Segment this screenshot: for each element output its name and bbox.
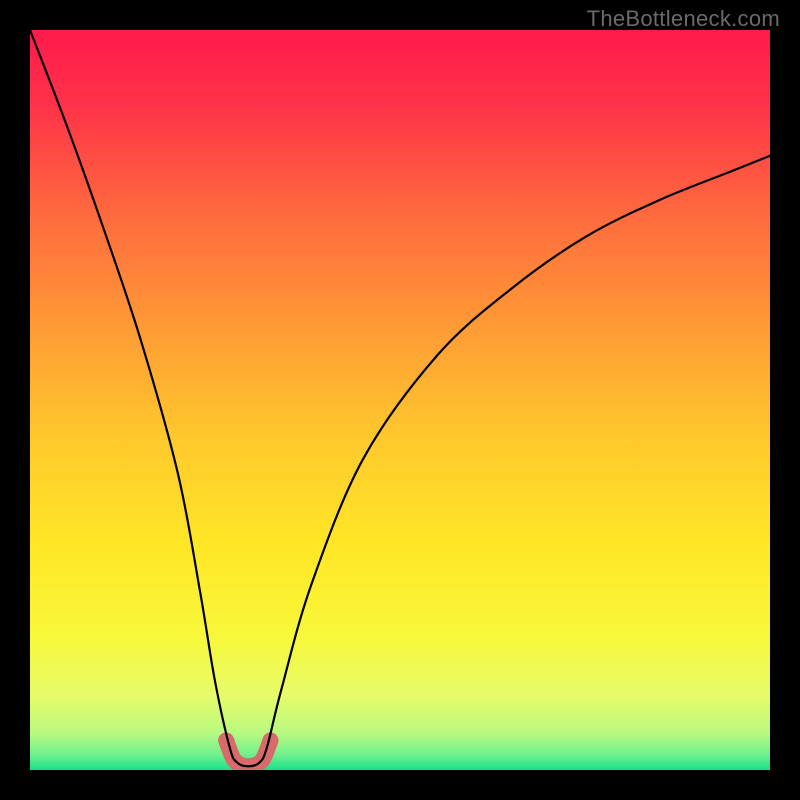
watermark-text: TheBottleneck.com bbox=[587, 6, 780, 32]
plot-area bbox=[30, 30, 770, 770]
chart-frame: TheBottleneck.com bbox=[0, 0, 800, 800]
bottleneck-curve bbox=[30, 30, 770, 766]
highlight-band bbox=[226, 740, 270, 766]
curve-layer bbox=[30, 30, 770, 770]
